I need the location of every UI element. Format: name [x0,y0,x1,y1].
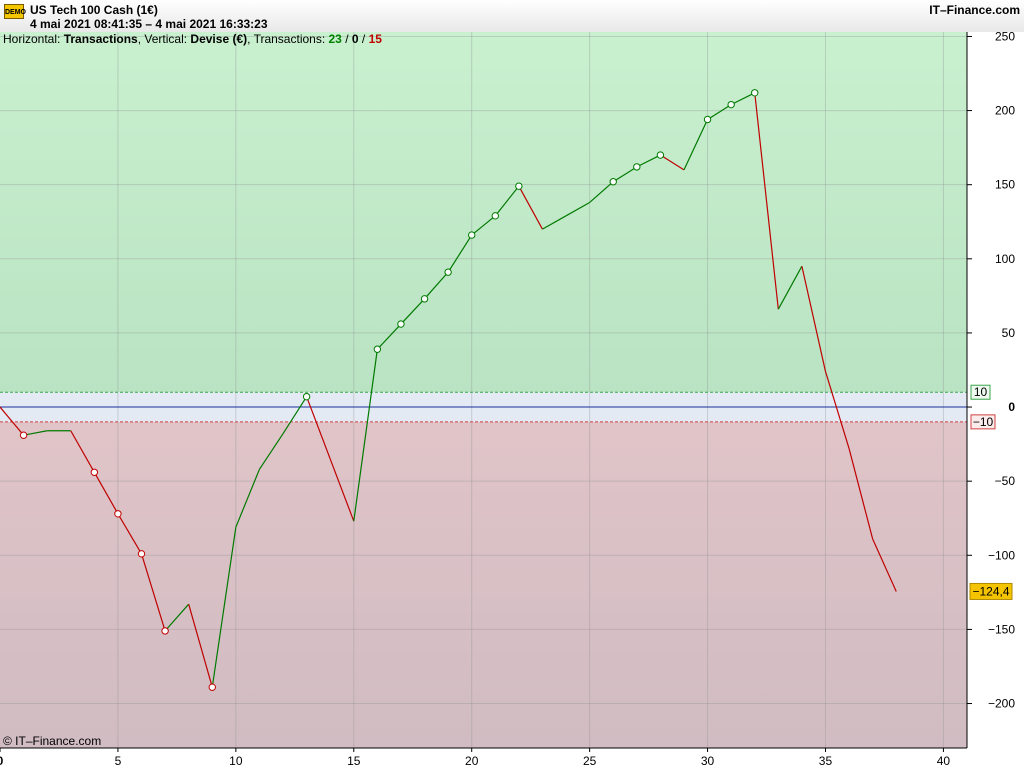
trade-marker [420,295,429,303]
x-tick-label: 15 [347,754,361,768]
y-tick-label: −50 [995,474,1016,488]
x-tick-label: 5 [115,754,122,768]
trade-marker [656,151,665,159]
trade-marker [208,683,216,691]
trade-marker [751,89,759,97]
y-tick-label: 150 [995,178,1015,192]
x-tick-label: 20 [465,754,479,768]
last-value-label: −124,4 [972,584,1009,598]
x-tick-label: 0 [0,754,4,768]
y-axis-panel [967,32,1024,768]
x-tick-label: 25 [583,754,597,768]
legend-v-label: , Vertical: [138,32,191,46]
legend-separator: / [342,32,352,46]
trade-marker [703,115,712,124]
losses-count: 15 [369,32,383,46]
legend-v-value: Devise (€) [190,32,247,46]
x-tick-label: 40 [937,754,951,768]
y-tick-label: 250 [995,29,1015,43]
profit-zone [0,32,967,393]
y-tick-label: 100 [995,252,1015,266]
trade-marker [19,431,28,439]
y-tick-label: 200 [995,104,1015,118]
lower-threshold-label: −10 [973,415,994,429]
y-tick-label: −200 [988,697,1015,711]
trade-marker [727,100,735,109]
wins-count: 23 [329,32,343,46]
legend-h-label: Horizontal: [3,32,64,46]
upper-threshold-label: 10 [974,385,988,399]
y-tick-label: 0 [1008,400,1015,414]
legend-separator: / [359,32,369,46]
trade-marker [491,212,499,220]
x-tick-label: 35 [819,754,833,768]
trade-marker [137,550,146,558]
x-tick-label: 10 [229,754,243,768]
trade-marker [444,268,452,276]
trade-marker [114,510,122,518]
trade-marker [468,231,476,239]
y-tick-label: −150 [988,622,1015,636]
trade-marker [161,627,169,635]
trade-marker [302,392,311,401]
y-tick-label: −100 [988,548,1015,562]
trade-marker [90,468,99,476]
y-tick-label: 50 [1002,326,1016,340]
legend-h-value: Transactions [64,32,138,46]
trade-marker [397,320,405,328]
equity-chart[interactable]: 250 200 150 100 50 0 −50 −100 −150 −200 0 5 10 15 20 25… [0,0,1024,768]
trade-marker [373,345,382,353]
legend-info: Horizontal: Transactions, Vertical: Devi… [3,32,382,46]
legend-t-label: , Transactions: [247,32,328,46]
x-tick-label: 30 [701,754,715,768]
copyright-text: © IT–Finance.com [3,734,101,748]
loss-zone [0,421,967,748]
trade-marker [609,178,617,186]
trade-marker [633,163,641,171]
trade-marker [515,182,523,190]
